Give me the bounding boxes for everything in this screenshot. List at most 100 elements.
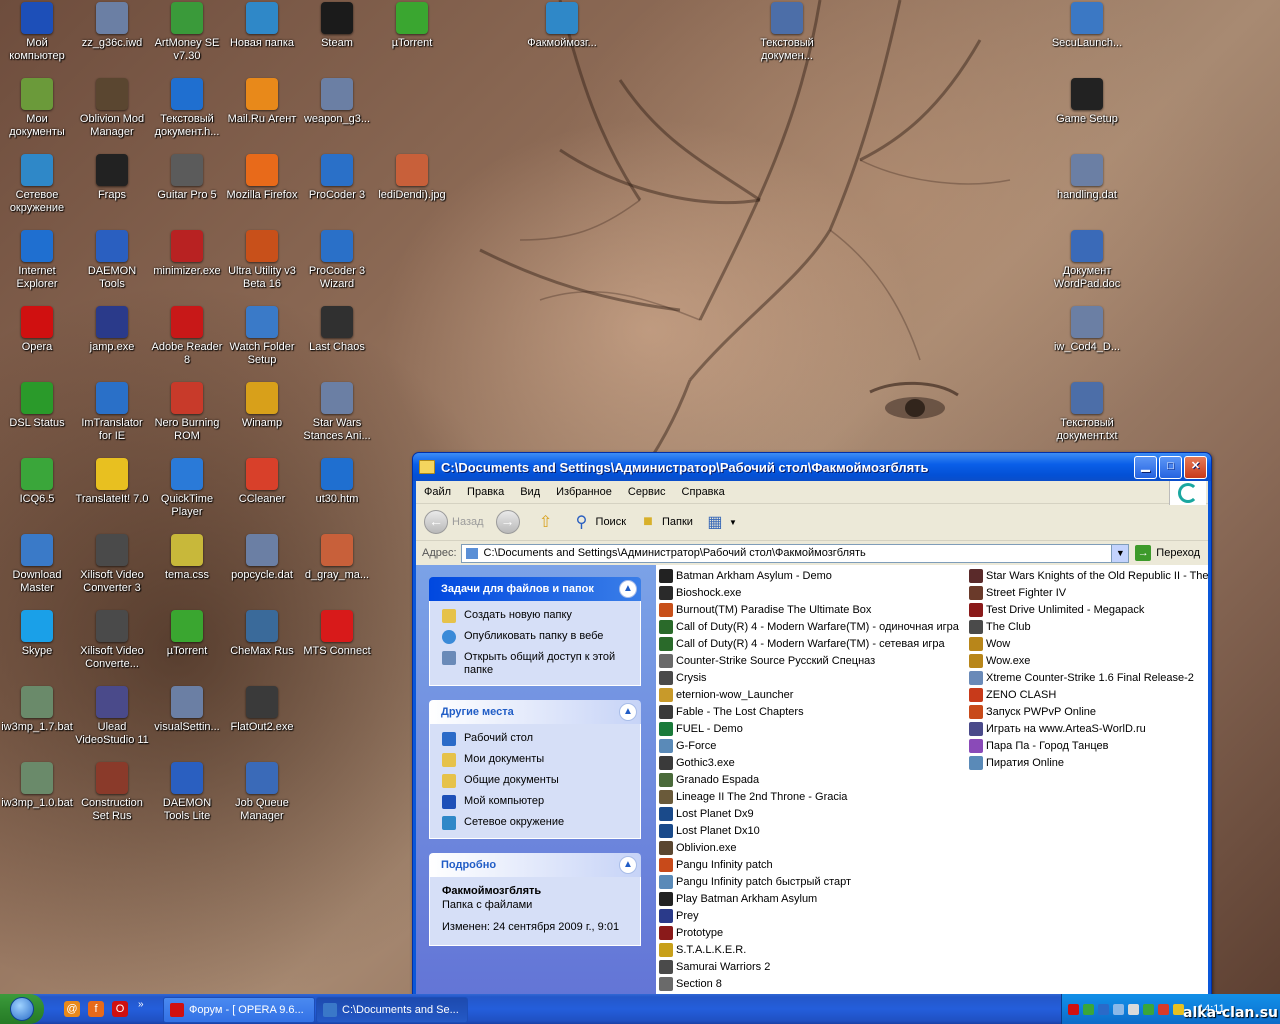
file-item[interactable]: Test Drive Unlimited - Megapack bbox=[969, 601, 1208, 618]
desktop-icon-48[interactable]: popcycle.dat bbox=[225, 534, 299, 582]
desktop-icon-26[interactable]: ProCoder 3 Wizard bbox=[300, 230, 374, 291]
desktop-icon-11[interactable]: Текстовый документ.h... bbox=[150, 78, 224, 139]
file-item[interactable]: Запуск PWPvP Online bbox=[969, 703, 1208, 720]
place-desktop[interactable]: Рабочий стол bbox=[442, 732, 630, 746]
mail-agent-icon[interactable]: @ bbox=[64, 1001, 80, 1017]
file-item[interactable]: Пара Па - Город Танцев bbox=[969, 737, 1208, 754]
desktop-icon-56[interactable]: Ulead VideoStudio 11 bbox=[75, 686, 149, 747]
file-item[interactable]: Counter-Strike Source Русский Спецназ bbox=[659, 652, 959, 669]
desktop-icon-3[interactable]: Новая папка bbox=[225, 2, 299, 50]
desktop-icon-23[interactable]: DAEMON Tools bbox=[75, 230, 149, 291]
desktop-icon-14[interactable]: Game Setup bbox=[1050, 78, 1124, 126]
file-tasks-header[interactable]: Задачи для файлов и папок ▲ bbox=[429, 577, 641, 601]
desktop-icon-6[interactable]: Факмоймозг... bbox=[525, 2, 599, 50]
desktop-icon-12[interactable]: Mail.Ru Агент bbox=[225, 78, 299, 126]
desktop-icon-27[interactable]: Документ WordPad.doc bbox=[1050, 230, 1124, 291]
desktop-icon-45[interactable]: Download Master bbox=[0, 534, 74, 595]
desktop-icon-47[interactable]: tema.css bbox=[150, 534, 224, 582]
file-item[interactable]: ZENO CLASH bbox=[969, 686, 1208, 703]
taskbar-button-opera[interactable]: Форум - [ OPERA 9.6... bbox=[163, 997, 315, 1023]
desktop-icon-41[interactable]: TranslateIt! 7.0 bbox=[75, 458, 149, 506]
file-item[interactable]: Call of Duty(R) 4 - Modern Warfare(TM) -… bbox=[659, 635, 959, 652]
desktop-icon-36[interactable]: Nero Burning ROM bbox=[150, 382, 224, 443]
desktop-icon-7[interactable]: Текстовый докумен... bbox=[750, 2, 824, 63]
new-folder-link[interactable]: Создать новую папку bbox=[442, 609, 630, 623]
desktop-icon-13[interactable]: weapon_g3... bbox=[300, 78, 374, 126]
desktop-icon-9[interactable]: Мои документы bbox=[0, 78, 74, 139]
desktop-icon-10[interactable]: Oblivion Mod Manager bbox=[75, 78, 149, 139]
file-item[interactable]: The Club bbox=[969, 618, 1208, 635]
views-button[interactable]: ▦ ▼ bbox=[705, 512, 736, 532]
file-item[interactable]: Lineage II The 2nd Throne - Gracia bbox=[659, 788, 959, 805]
desktop-icon-33[interactable]: iw_Cod4_D... bbox=[1050, 306, 1124, 354]
place-my-documents[interactable]: Мои документы bbox=[442, 753, 630, 767]
desktop-icon-43[interactable]: CCleaner bbox=[225, 458, 299, 506]
file-item[interactable]: G-Force bbox=[659, 737, 959, 754]
file-item[interactable]: Lost Planet Dx10 bbox=[659, 822, 959, 839]
desktop-icon-38[interactable]: Star Wars Stances Ani... bbox=[300, 382, 374, 443]
desktop-icon-0[interactable]: Мой компьютер bbox=[0, 2, 74, 63]
menu-tools[interactable]: Сервис bbox=[620, 486, 674, 498]
file-item[interactable]: Wow.exe bbox=[969, 652, 1208, 669]
desktop-icon-42[interactable]: QuickTime Player bbox=[150, 458, 224, 519]
file-item[interactable]: Pangu Infinity patch bbox=[659, 856, 959, 873]
collapse-icon[interactable]: ▲ bbox=[619, 703, 637, 721]
desktop-icon-44[interactable]: ut30.htm bbox=[300, 458, 374, 506]
forward-button[interactable]: → bbox=[495, 510, 524, 534]
desktop-icon-32[interactable]: Last Chaos bbox=[300, 306, 374, 354]
file-item[interactable]: Granado Espada bbox=[659, 771, 959, 788]
file-item[interactable]: Samurai Warriors 2 bbox=[659, 958, 959, 975]
file-item[interactable]: Играть на www.ArteaS-WorlD.ru bbox=[969, 720, 1208, 737]
desktop-icon-30[interactable]: Adobe Reader 8 bbox=[150, 306, 224, 367]
desktop-icon-51[interactable]: Xilisoft Video Converte... bbox=[75, 610, 149, 671]
desktop-icon-59[interactable]: iw3mp_1.0.bat bbox=[0, 762, 74, 810]
desktop-icon-46[interactable]: Xilisoft Video Converter 3 bbox=[75, 534, 149, 595]
desktop-icon-37[interactable]: Winamp bbox=[225, 382, 299, 430]
quick-launch-chevron-icon[interactable]: » bbox=[138, 999, 144, 1010]
collapse-icon[interactable]: ▲ bbox=[619, 580, 637, 598]
desktop-icon-60[interactable]: Construction Set Rus bbox=[75, 762, 149, 823]
desktop-icon-35[interactable]: ImTranslator for IE bbox=[75, 382, 149, 443]
tray-speaker-icon[interactable] bbox=[1128, 1003, 1139, 1015]
tray-safely-remove-icon[interactable] bbox=[1143, 1003, 1154, 1015]
tray-icq-icon[interactable] bbox=[1083, 1003, 1094, 1015]
opera-icon[interactable]: O bbox=[112, 1001, 128, 1017]
desktop-icon-54[interactable]: MTS Connect bbox=[300, 610, 374, 658]
file-item[interactable]: Xtreme Counter-Strike 1.6 Final Release-… bbox=[969, 669, 1208, 686]
menu-help[interactable]: Справка bbox=[674, 486, 733, 498]
place-shared-documents[interactable]: Общие документы bbox=[442, 774, 630, 788]
file-item[interactable]: Wow bbox=[969, 635, 1208, 652]
file-item[interactable]: Gothic3.exe bbox=[659, 754, 959, 771]
desktop-icon-24[interactable]: minimizer.exe bbox=[150, 230, 224, 278]
file-item[interactable]: FUEL - Demo bbox=[659, 720, 959, 737]
desktop-icon-39[interactable]: Текстовый документ.txt bbox=[1050, 382, 1124, 443]
file-item[interactable]: Play Batman Arkham Asylum bbox=[659, 890, 959, 907]
file-item[interactable]: Section 8 bbox=[659, 975, 959, 992]
file-item[interactable]: S.T.A.L.K.E.R. bbox=[659, 941, 959, 958]
desktop-icon-18[interactable]: Mozilla Firefox bbox=[225, 154, 299, 202]
file-item[interactable]: Burnout(TM) Paradise The Ultimate Box bbox=[659, 601, 959, 618]
desktop-icon-31[interactable]: Watch Folder Setup bbox=[225, 306, 299, 367]
desktop-icon-49[interactable]: d_gray_ma... bbox=[300, 534, 374, 582]
minimize-button[interactable]: ▁ bbox=[1134, 455, 1157, 479]
file-item[interactable]: Prey bbox=[659, 907, 959, 924]
desktop-icon-53[interactable]: CheMax Rus bbox=[225, 610, 299, 658]
desktop-icon-29[interactable]: jamp.exe bbox=[75, 306, 149, 354]
file-item[interactable]: Пиратия Online bbox=[969, 754, 1208, 771]
desktop-icon-5[interactable]: µTorrent bbox=[375, 2, 449, 50]
desktop-icon-61[interactable]: DAEMON Tools Lite bbox=[150, 762, 224, 823]
taskbar-button-explorer[interactable]: C:\Documents and Se... bbox=[316, 997, 468, 1023]
tray-antivirus-icon[interactable] bbox=[1158, 1003, 1169, 1015]
address-dropdown-icon[interactable]: ▼ bbox=[1111, 544, 1129, 562]
tray-monitor-icon[interactable] bbox=[1113, 1003, 1124, 1015]
window-titlebar[interactable]: C:\Documents and Settings\Администратор\… bbox=[413, 453, 1211, 481]
desktop-icon-17[interactable]: Guitar Pro 5 bbox=[150, 154, 224, 202]
desktop-icon-8[interactable]: SecuLaunch... bbox=[1050, 2, 1124, 50]
explorer-window[interactable]: C:\Documents and Settings\Администратор\… bbox=[412, 452, 1212, 996]
details-header[interactable]: Подробно ▲ bbox=[429, 853, 641, 877]
file-item[interactable]: Prototype bbox=[659, 924, 959, 941]
go-button[interactable]: → Переход bbox=[1135, 545, 1200, 561]
menu-edit[interactable]: Правка bbox=[459, 486, 512, 498]
file-item[interactable]: Crysis bbox=[659, 669, 959, 686]
desktop-icon-21[interactable]: handling.dat bbox=[1050, 154, 1124, 202]
